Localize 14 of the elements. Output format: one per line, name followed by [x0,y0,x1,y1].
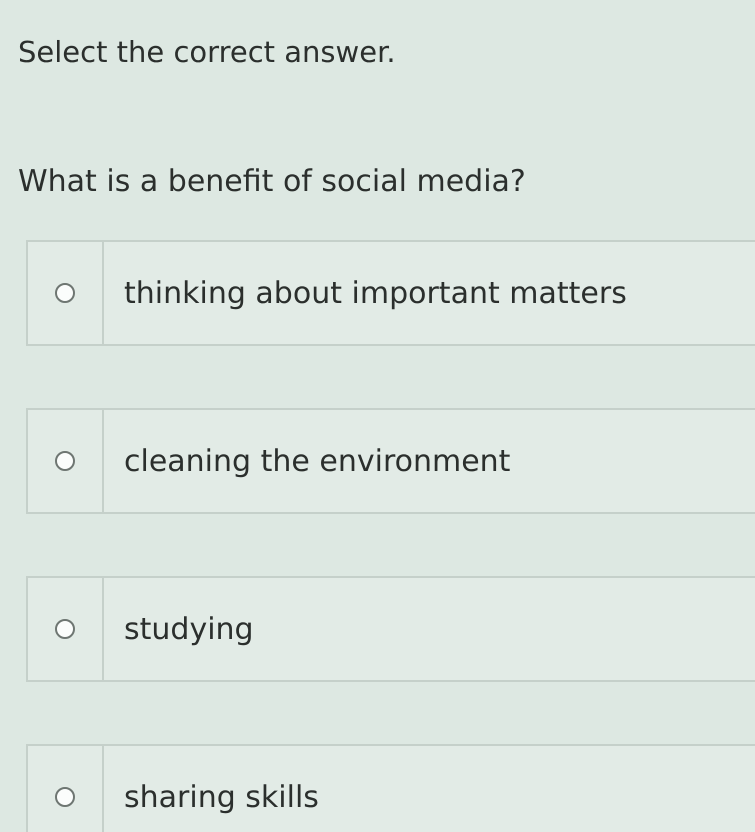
instruction-text: Select the correct answer. [18,34,397,71]
option-label: cleaning the environment [124,444,510,478]
answer-option[interactable]: studying [26,576,755,682]
radio-button[interactable] [55,451,75,471]
option-label: thinking about important matters [124,276,627,310]
question-text: What is a benefit of social media? [18,163,527,201]
option-label: studying [124,612,254,646]
radio-button[interactable] [55,283,75,303]
answer-option[interactable]: cleaning the environment [26,408,755,514]
radio-button[interactable] [55,787,75,807]
radio-button[interactable] [55,619,75,639]
answer-option[interactable]: sharing skills [26,744,755,832]
answer-option[interactable]: thinking about important matters [26,240,755,346]
option-label: sharing skills [124,780,319,814]
